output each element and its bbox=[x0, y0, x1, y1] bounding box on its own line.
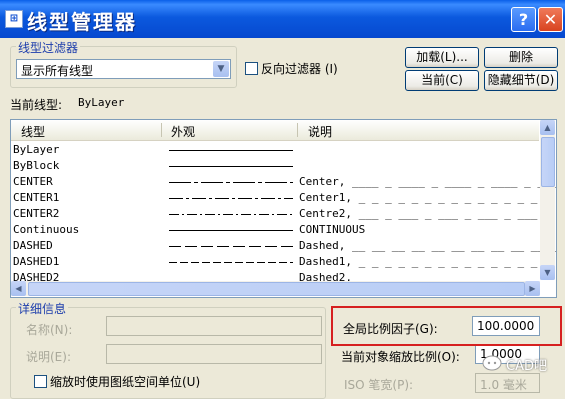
table-row[interactable]: CENTER2 Centre2, ___ _ ___ _ ___ _ ___ _… bbox=[11, 206, 551, 222]
title-bar[interactable]: ⊞ 线型管理器 ? ✕ bbox=[0, 0, 565, 38]
list-header: 线型 外观 说明 bbox=[11, 120, 539, 141]
linetype-description: Dashed, __ __ __ __ __ __ __ __ __ __ __ bbox=[299, 239, 557, 252]
linetype-name: ByLayer bbox=[13, 143, 60, 156]
current-linetype-value: ByLayer bbox=[78, 96, 125, 109]
description-label: 说明(E): bbox=[26, 350, 71, 364]
delete-button[interactable]: 删除 bbox=[484, 47, 558, 68]
iso-pen-width-label: ISO 笔宽(P): bbox=[344, 378, 414, 392]
window-title: 线型管理器 bbox=[27, 10, 137, 34]
table-row[interactable]: ByLayer bbox=[11, 142, 539, 158]
linetype-preview bbox=[169, 166, 293, 167]
column-header-linetype[interactable]: 线型 bbox=[21, 123, 45, 140]
scroll-thumb[interactable] bbox=[28, 282, 525, 296]
linetype-name: DASHED2 bbox=[13, 271, 60, 281]
chevron-down-icon[interactable]: ▼ bbox=[213, 61, 229, 77]
vertical-scrollbar[interactable]: ▲ ▼ bbox=[540, 120, 555, 280]
description-field[interactable] bbox=[106, 344, 322, 364]
watermark: CAD吧 bbox=[482, 350, 562, 378]
linetype-description: Center1, _ _ _ _ _ _ _ _ _ _ _ _ _ _ _ _ bbox=[299, 191, 557, 204]
linetype-preview bbox=[169, 150, 293, 151]
name-label: 名称(N): bbox=[26, 323, 73, 337]
current-linetype-label: 当前线型: bbox=[10, 98, 63, 112]
linetype-preview bbox=[169, 246, 293, 247]
watermark-text: CAD吧 bbox=[506, 359, 547, 374]
highlight-box bbox=[331, 306, 562, 346]
hide-details-button[interactable]: 隐藏细节(D) bbox=[484, 70, 558, 91]
linetype-preview bbox=[169, 214, 293, 215]
column-header-description[interactable]: 说明 bbox=[308, 123, 332, 140]
scroll-thumb[interactable] bbox=[541, 137, 555, 187]
linetype-name: CENTER1 bbox=[13, 191, 60, 204]
iso-pen-width-value: 1.0 毫米 bbox=[480, 378, 527, 392]
linetype-description: Dashed2, _ _ _ _ _ _ _ _ _ _ _ _ _ _ _ _ bbox=[299, 271, 539, 281]
invert-filter-label[interactable]: 反向过滤器 (I) bbox=[261, 60, 338, 77]
linetype-preview bbox=[169, 182, 293, 183]
scroll-up-icon[interactable]: ▲ bbox=[540, 120, 555, 135]
name-field[interactable] bbox=[106, 316, 322, 336]
horizontal-scrollbar[interactable]: ◀ ▶ bbox=[11, 281, 540, 296]
set-current-button[interactable]: 当前(C) bbox=[405, 70, 479, 91]
load-button[interactable]: 加载(L)... bbox=[405, 47, 479, 68]
scroll-left-icon[interactable]: ◀ bbox=[11, 281, 26, 296]
table-row[interactable]: CENTER Center, ____ _ ____ _ ____ _ ____… bbox=[11, 174, 556, 190]
column-header-appearance[interactable]: 外观 bbox=[171, 123, 195, 140]
invert-filter-checkbox[interactable] bbox=[245, 62, 258, 75]
table-row[interactable]: DASHED Dashed, __ __ __ __ __ __ __ __ _… bbox=[11, 238, 556, 254]
scroll-down-icon[interactable]: ▼ bbox=[540, 265, 555, 280]
column-divider[interactable] bbox=[161, 123, 162, 137]
linetype-name: DASHED bbox=[13, 239, 53, 252]
scroll-right-icon[interactable]: ▶ bbox=[525, 281, 540, 296]
linetype-name: Continuous bbox=[13, 223, 80, 236]
linetype-preview bbox=[169, 230, 293, 231]
column-divider[interactable] bbox=[297, 123, 298, 137]
linetype-preview bbox=[169, 262, 293, 263]
table-row[interactable]: ByBlock bbox=[11, 158, 539, 174]
table-row[interactable]: Continuous CONTINUOUS bbox=[11, 222, 539, 238]
help-button[interactable]: ? bbox=[511, 7, 536, 32]
filter-group-label: 线型过滤器 bbox=[16, 39, 81, 56]
linetype-name: CENTER bbox=[13, 175, 53, 188]
linetype-list[interactable]: 线型 外观 说明 ByLayer ByBlock CENTER Center, … bbox=[10, 119, 557, 298]
linetype-description: CONTINUOUS bbox=[299, 223, 366, 236]
app-icon: ⊞ bbox=[5, 10, 23, 28]
details-group-label: 详细信息 bbox=[16, 300, 69, 317]
table-row[interactable]: DASHED2 Dashed2, _ _ _ _ _ _ _ _ _ _ _ _… bbox=[11, 270, 539, 281]
object-scale-label: 当前对象缩放比例(O): bbox=[341, 350, 460, 364]
table-row[interactable]: DASHED1 Dashed1, _ _ _ _ _ _ _ _ _ _ _ _… bbox=[11, 254, 556, 270]
filter-select[interactable]: 显示所有线型 ▼ bbox=[16, 59, 231, 79]
linetype-description: Centre2, ___ _ ___ _ ___ _ ___ _ ___ _ bbox=[299, 207, 551, 220]
close-button[interactable]: ✕ bbox=[538, 7, 563, 32]
chat-bubble-icon bbox=[482, 355, 502, 371]
linetype-description: Center, ____ _ ____ _ ____ _ ____ _ ___ bbox=[299, 175, 557, 188]
linetype-name: DASHED1 bbox=[13, 255, 60, 268]
paper-space-units-label[interactable]: 缩放时使用图纸空间单位(U) bbox=[50, 373, 200, 390]
linetype-description: Dashed1, _ _ _ _ _ _ _ _ _ _ _ _ _ _ _ _ bbox=[299, 255, 557, 268]
paper-space-units-checkbox[interactable] bbox=[34, 375, 47, 388]
filter-select-value: 显示所有线型 bbox=[21, 64, 94, 78]
linetype-preview bbox=[169, 198, 293, 199]
table-row[interactable]: CENTER1 Center1, _ _ _ _ _ _ _ _ _ _ _ _… bbox=[11, 190, 556, 206]
linetype-name: CENTER2 bbox=[13, 207, 60, 220]
linetype-name: ByBlock bbox=[13, 159, 60, 172]
